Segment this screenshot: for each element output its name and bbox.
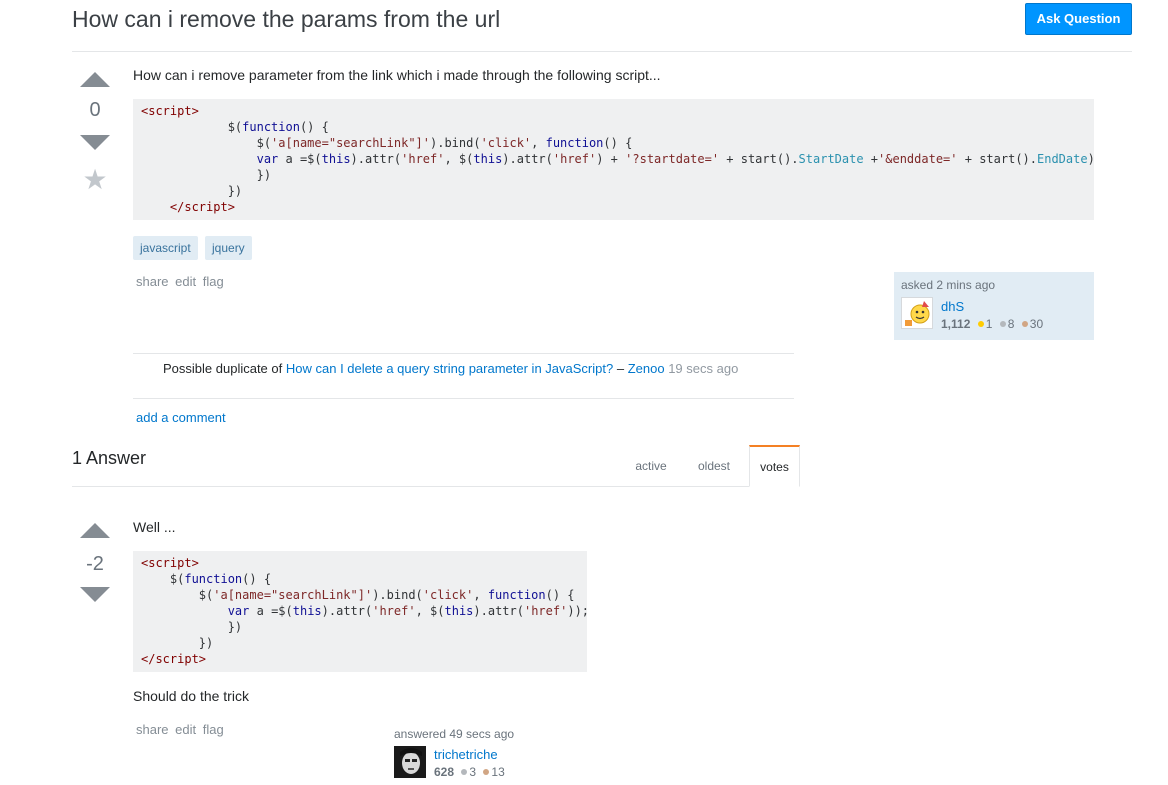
answer-upvote-arrow-icon[interactable] [80,523,110,538]
share-link[interactable]: share [136,722,169,737]
bronze-badge-icon [483,769,490,776]
edit-link[interactable]: edit [175,722,196,737]
silver-badge-icon [461,769,468,776]
avatar-icon [905,301,930,326]
share-link[interactable]: share [136,274,169,289]
answerer-username[interactable]: trichetriche [434,747,498,762]
avatar-icon [394,746,426,778]
comment-prefix: Possible duplicate of [163,361,283,376]
silver-badge-icon [999,321,1006,328]
bronze-badge-icon [1021,321,1028,328]
answer-post-menu: share edit flag [136,722,227,737]
answer-downvote-arrow-icon[interactable] [80,587,110,602]
add-comment-link[interactable]: add a comment [136,410,226,425]
favorite-star-icon[interactable]: ★ [73,166,117,194]
reputation-score: 1,112 [941,317,971,331]
silver-badge-count: 3 [469,765,477,779]
bronze-badge-count: 30 [1029,317,1044,331]
answer-code-block: <script> $(function() { $('a[name="searc… [133,551,587,672]
tag-jquery[interactable]: jquery [205,236,252,260]
ask-question-button[interactable]: Ask Question [1025,3,1132,35]
question-code-block: <script> $(function() { $('a[name="searc… [133,99,1094,220]
flag-link[interactable]: flag [203,274,224,289]
bronze-badge-count: 13 [491,765,505,779]
question-post-menu: share edit flag [136,274,227,289]
answers-count: 1 Answer [72,448,147,468]
question-title[interactable]: How can i remove the params from the url [72,4,500,34]
asker-signature-card: asked 2 mins ago dhS 1,112 1 8 30 [894,272,1094,340]
answers-header-divider [72,486,749,487]
comments-bottom-divider [133,398,794,399]
reputation-score: 628 [434,765,455,779]
asker-avatar[interactable] [901,297,933,329]
title-divider [72,51,1132,52]
question-body-text: How can i remove parameter from the link… [133,67,661,83]
comment-author-link[interactable]: Zenoo [628,361,665,376]
answer-vote-count: -2 [86,553,104,575]
answerer-avatar[interactable] [394,746,426,778]
comment-dash: – [616,361,625,376]
flag-link[interactable]: flag [203,722,224,737]
comments-top-divider [133,353,794,354]
gold-badge-icon [977,321,984,328]
downvote-arrow-icon[interactable] [80,135,110,150]
asker-reputation: 1,112 1 8 30 [941,317,1043,331]
answer-intro-text: Well ... [133,519,176,535]
edit-link[interactable]: edit [175,274,196,289]
asker-username[interactable]: dhS [941,299,964,314]
answer-outro-text: Should do the trick [133,688,249,704]
answered-time: answered 49 secs ago [394,727,515,741]
tab-active[interactable]: active [624,446,678,486]
upvote-arrow-icon[interactable] [80,72,110,87]
gold-badge-count: 1 [985,317,993,331]
tab-oldest[interactable]: oldest [686,446,742,486]
asked-time: asked 2 mins ago [901,278,996,292]
comment: Possible duplicate of How can I delete a… [163,361,738,376]
question-vote-count: 0 [89,99,101,121]
silver-badge-count: 8 [1007,317,1015,331]
comment-time[interactable]: 19 secs ago [668,361,738,376]
answerer-reputation: 628 3 13 [434,765,505,779]
tab-votes[interactable]: votes [749,445,800,487]
tag-javascript[interactable]: javascript [133,236,198,260]
duplicate-question-link[interactable]: How can I delete a query string paramete… [286,361,613,376]
